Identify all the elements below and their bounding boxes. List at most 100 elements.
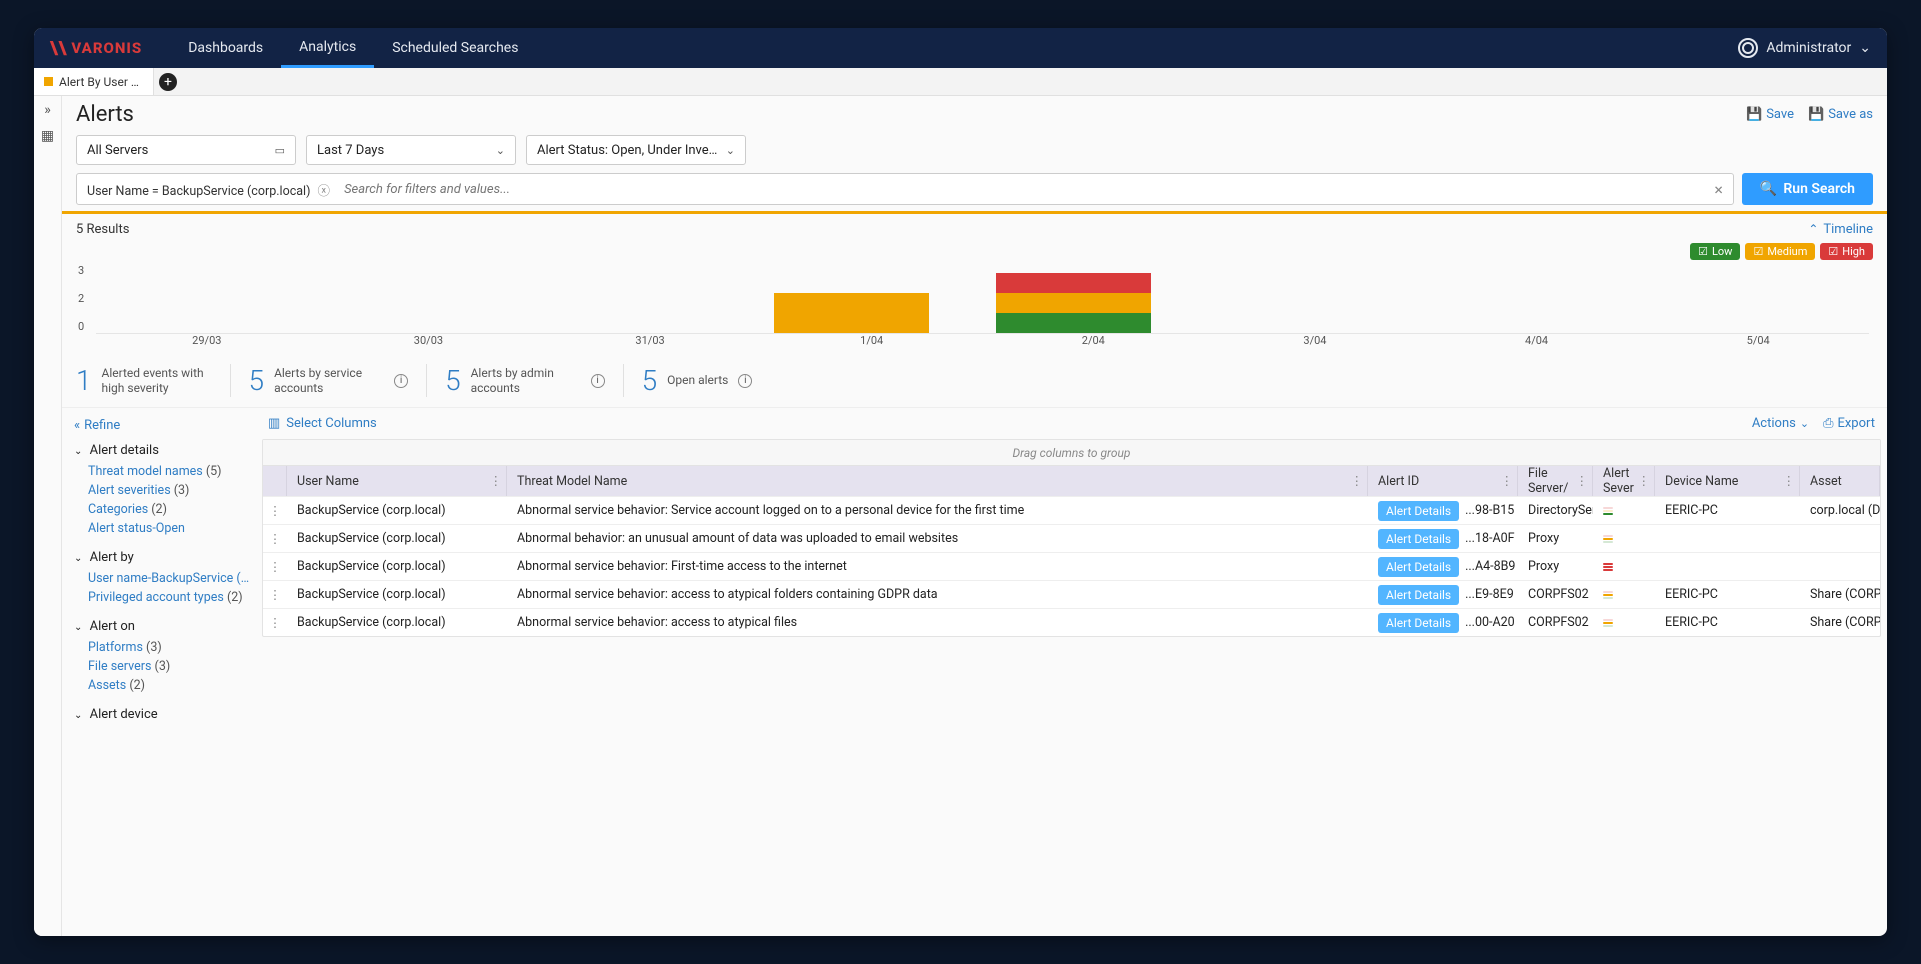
group-hint[interactable]: Drag columns to group <box>263 440 1880 466</box>
timeline-toggle[interactable]: ⌃ Timeline <box>1808 222 1873 237</box>
info-icon[interactable]: i <box>738 374 752 388</box>
col-menu-icon[interactable]: ⋮ <box>1501 473 1514 489</box>
stat-number: 5 <box>642 364 658 397</box>
nav-scheduled-searches[interactable]: Scheduled Searches <box>374 28 536 68</box>
facet-title[interactable]: ⌄ Alert details <box>74 443 250 458</box>
legend-high[interactable]: ☑High <box>1820 243 1873 260</box>
remove-chip-icon[interactable]: ⓧ <box>318 184 331 199</box>
nav-analytics[interactable]: Analytics <box>281 28 374 68</box>
chevron-left-icon: « <box>74 418 80 433</box>
facet-item[interactable]: Alert severities (3) <box>88 483 250 498</box>
stat-card[interactable]: 5Open alertsi <box>623 364 771 397</box>
facet-item[interactable]: Platforms (3) <box>88 640 250 655</box>
cell-severity <box>1593 525 1655 552</box>
facet-item[interactable]: File servers (3) <box>88 659 250 674</box>
period-filter[interactable]: Last 7 Days ⌄ <box>306 135 516 165</box>
col-alertid[interactable]: Alert ID⋮ <box>1368 466 1518 496</box>
col-menu-icon[interactable]: ⋮ <box>1576 473 1589 489</box>
facet-item[interactable]: Alert status-Open <box>88 521 250 536</box>
alert-details-button[interactable]: Alert Details <box>1378 585 1459 605</box>
col-menu-icon[interactable]: ⋮ <box>1783 473 1796 489</box>
page-title: Alerts <box>76 102 134 127</box>
filter-chip[interactable]: User Name = BackupService (corp.local) ⓧ <box>87 180 330 199</box>
table-row[interactable]: ⋮BackupService (corp.local)Abnormal serv… <box>263 580 1880 608</box>
bar-1/04[interactable] <box>774 293 929 333</box>
col-user[interactable]: User Name⋮ <box>287 466 507 496</box>
facet-title[interactable]: ⌄ Alert on <box>74 619 250 634</box>
alert-details-button[interactable]: Alert Details <box>1378 501 1459 521</box>
check-icon: ☑ <box>1828 245 1838 258</box>
workspace-tab[interactable]: Alert By User n... <box>34 68 154 95</box>
table-row[interactable]: ⋮BackupService (corp.local)Abnormal serv… <box>263 608 1880 636</box>
legend-low[interactable]: ☑Low <box>1690 243 1740 260</box>
col-menu-icon[interactable]: ⋮ <box>1351 473 1364 489</box>
clear-search-icon[interactable]: × <box>1714 180 1723 199</box>
alert-details-button[interactable]: Alert Details <box>1378 613 1459 633</box>
cell-severity <box>1593 581 1655 608</box>
legend-medium[interactable]: ☑Medium <box>1745 243 1815 260</box>
stat-card[interactable]: 1Alerted events with high severity <box>76 364 230 397</box>
status-filter[interactable]: Alert Status: Open, Under Investigati...… <box>526 135 746 165</box>
search-box[interactable]: User Name = BackupService (corp.local) ⓧ… <box>76 173 1734 205</box>
cell-user: BackupService (corp.local) <box>287 609 507 636</box>
row-menu-icon[interactable]: ⋮ <box>263 497 287 524</box>
grid-panel: ▥Select Columns Actions⌄ ⎙Export Drag co… <box>262 408 1887 936</box>
col-device[interactable]: Device Name⋮ <box>1655 466 1800 496</box>
row-menu-icon[interactable]: ⋮ <box>263 609 287 636</box>
stat-card[interactable]: 5Alerts by admin accountsi <box>426 364 623 397</box>
info-icon[interactable]: i <box>394 374 408 388</box>
title-bar: Alerts 💾Save 💾Save as <box>62 96 1887 131</box>
user-avatar-icon <box>1738 38 1758 58</box>
facet-item[interactable]: Threat model names (5) <box>88 464 250 479</box>
x-tick: 2/04 <box>1082 334 1105 347</box>
row-menu-icon[interactable]: ⋮ <box>263 553 287 580</box>
save-as-button[interactable]: 💾Save as <box>1808 107 1873 122</box>
table-row[interactable]: ⋮BackupService (corp.local)Abnormal serv… <box>263 496 1880 524</box>
facet-item[interactable]: Assets (2) <box>88 678 250 693</box>
chart-canvas[interactable]: 320 <box>96 264 1869 334</box>
nav-dashboards[interactable]: Dashboards <box>170 28 281 68</box>
table-row[interactable]: ⋮BackupService (corp.local)Abnormal beha… <box>263 524 1880 552</box>
stat-card[interactable]: 5Alerts by service accountsi <box>230 364 427 397</box>
add-tab-button[interactable]: + <box>154 68 182 95</box>
alert-details-button[interactable]: Alert Details <box>1378 557 1459 577</box>
cell-asset: Share (CORP <box>1800 609 1880 636</box>
info-icon[interactable]: i <box>591 374 605 388</box>
columns-icon: ▥ <box>268 416 280 431</box>
export-button[interactable]: ⎙Export <box>1823 416 1875 431</box>
expand-rail-icon[interactable]: » <box>44 102 51 118</box>
facet-item[interactable]: Categories (2) <box>88 502 250 517</box>
facet-item[interactable]: Privileged account types (2) <box>88 590 250 605</box>
col-asset[interactable]: Asset <box>1800 466 1880 496</box>
select-columns-button[interactable]: ▥Select Columns <box>268 416 377 431</box>
col-menu-icon[interactable]: ⋮ <box>490 473 503 489</box>
bar-2/04[interactable] <box>996 273 1151 333</box>
facet-item[interactable]: User name-BackupService (co... <box>88 571 250 586</box>
results-table: Drag columns to group User Name⋮ Threat … <box>262 439 1881 637</box>
servers-filter-label: All Servers <box>87 143 148 158</box>
col-menu-icon[interactable]: ⋮ <box>1638 473 1651 489</box>
cell-alertid: Alert Details...A4-8B9 <box>1368 553 1518 580</box>
col-severity[interactable]: Alert Sever⋮ <box>1593 466 1655 496</box>
search-input[interactable] <box>330 182 1714 197</box>
facet-title[interactable]: ⌄ Alert device <box>74 707 250 722</box>
facet-title[interactable]: ⌄ Alert by <box>74 550 250 565</box>
row-menu-icon[interactable]: ⋮ <box>263 525 287 552</box>
cell-severity <box>1593 609 1655 636</box>
cell-alertid: Alert Details...18-A0F <box>1368 525 1518 552</box>
table-row[interactable]: ⋮BackupService (corp.local)Abnormal serv… <box>263 552 1880 580</box>
col-fileserver[interactable]: File Server/⋮ <box>1518 466 1593 496</box>
servers-filter[interactable]: All Servers ▭ <box>76 135 296 165</box>
run-search-button[interactable]: 🔍 Run Search <box>1742 173 1873 205</box>
actions-menu[interactable]: Actions⌄ <box>1752 416 1809 431</box>
col-threat[interactable]: Threat Model Name⋮ <box>507 466 1368 496</box>
refine-toggle[interactable]: «Refine <box>74 418 250 433</box>
row-menu-icon[interactable]: ⋮ <box>263 581 287 608</box>
save-button[interactable]: 💾Save <box>1746 107 1794 122</box>
user-menu[interactable]: Administrator ⌄ <box>1738 38 1871 58</box>
plus-icon: + <box>159 73 177 91</box>
col-menu <box>263 466 287 496</box>
rail-card-icon[interactable]: ▦ <box>41 128 54 144</box>
alert-details-button[interactable]: Alert Details <box>1378 529 1459 549</box>
cell-device: EERIC-PC <box>1655 497 1800 524</box>
